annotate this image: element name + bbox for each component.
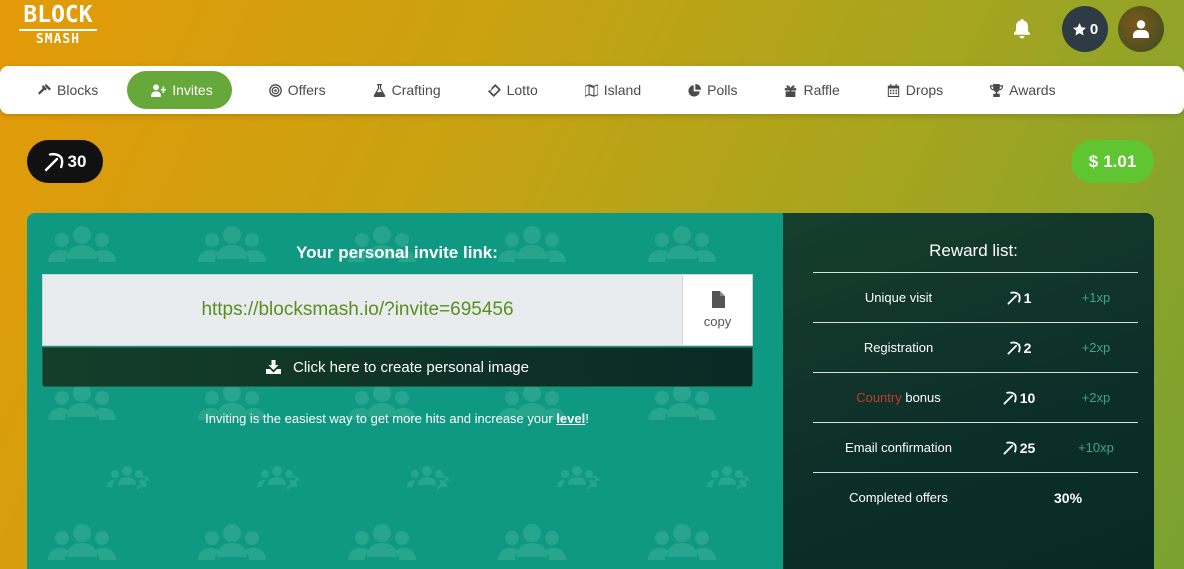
reward-hits-value: 10 (1019, 389, 1036, 406)
reward-table: Unique visit 1 +1xp Registration 2 +2xp … (813, 272, 1138, 522)
nav-item-polls[interactable]: Polls (678, 71, 747, 109)
notifications-button[interactable] (1000, 7, 1044, 51)
invite-title: Your personal invite link: (296, 243, 498, 262)
reward-name: Completed offers (849, 490, 948, 505)
money-amount: 1.01 (1103, 151, 1137, 171)
pickaxe-icon (1003, 441, 1017, 455)
user-plus-icon (151, 83, 167, 97)
reward-row: Completed offers 30% (813, 472, 1138, 522)
stars-count: 0 (1089, 20, 1099, 38)
reward-xp: +2xp (1081, 390, 1111, 405)
reward-hits: 25 (984, 440, 1054, 456)
nav-label: Crafting (391, 82, 441, 98)
download-icon (266, 360, 282, 374)
logo-divider (19, 29, 97, 31)
copy-button[interactable]: copy (682, 275, 752, 345)
nav-item-raffle[interactable]: Raffle (774, 71, 849, 109)
bell-icon (1014, 19, 1030, 39)
nav-label: Lotto (506, 82, 538, 98)
reward-hits-value: 2 (1023, 339, 1032, 356)
reward-hits-value: 1 (1023, 289, 1032, 306)
header-actions: 0 (1000, 6, 1164, 52)
pickaxe-icon (1007, 341, 1021, 355)
create-button-label: Click here to create personal image (293, 358, 529, 376)
trophy-icon (990, 83, 1004, 97)
invite-link-box: https://blocksmash.io/?invite=695456 cop… (42, 274, 753, 346)
main-nav: Blocks Invites Offers Crafting Lotto Isl… (0, 66, 1184, 114)
logo-line2: SMASH (35, 32, 81, 47)
pickaxe-icon (1007, 291, 1021, 305)
nav-item-lotto[interactable]: Lotto (478, 71, 548, 109)
star-icon (1072, 22, 1086, 35)
reward-xp: +2xp (1081, 340, 1111, 355)
reward-row: Email confirmation 25 +10xp (813, 422, 1138, 472)
nav-item-awards[interactable]: Awards (980, 71, 1065, 109)
user-icon (1133, 20, 1149, 38)
nav-item-offers[interactable]: Offers (259, 71, 336, 109)
pickaxe-icon (44, 152, 63, 171)
pie-chart-icon (688, 83, 702, 97)
create-personal-image-button[interactable]: Click here to create personal image (42, 347, 753, 387)
invite-note-end: ! (585, 411, 589, 426)
nav-item-blocks[interactable]: Blocks (28, 71, 108, 109)
reward-row: Registration 2 +2xp (813, 322, 1138, 372)
stars-button[interactable]: 0 (1062, 6, 1108, 52)
reward-hits: 2 (984, 340, 1054, 356)
invite-link-field[interactable]: https://blocksmash.io/?invite=695456 (43, 275, 682, 345)
user-menu-button[interactable] (1118, 6, 1164, 52)
reward-name: Email confirmation (845, 440, 952, 455)
reward-name-rest: bonus (901, 390, 941, 405)
reward-hits-value: 25 (1019, 439, 1036, 456)
reward-hits: 10 (984, 390, 1054, 406)
logo-line1: BLOCK (23, 2, 93, 28)
reward-xp: +10xp (1078, 440, 1114, 455)
flask-icon (373, 83, 385, 97)
level-link[interactable]: level (556, 411, 585, 426)
gift-icon (785, 84, 797, 97)
invite-card: Your personal invite link: https://block… (27, 213, 1154, 569)
nav-label: Blocks (57, 82, 99, 98)
nav-label: Drops (905, 82, 944, 98)
reward-xp: +1xp (1081, 290, 1111, 305)
reward-row: Unique visit 1 +1xp (813, 272, 1138, 322)
ticket-icon (487, 83, 501, 97)
hits-count: 30 (67, 151, 87, 171)
reward-hits: 1 (984, 290, 1054, 306)
copy-label: copy (703, 314, 732, 329)
nav-label: Offers (287, 82, 326, 98)
invite-note: Inviting is the easiest way to get more … (27, 411, 767, 426)
country-highlight: Country (856, 390, 902, 405)
nav-item-drops[interactable]: Drops (877, 71, 953, 109)
people-pattern-background (48, 226, 750, 560)
money-balance[interactable]: $ 1.01 (1071, 140, 1154, 183)
nav-item-crafting[interactable]: Crafting (363, 71, 451, 109)
hammer-icon (38, 83, 51, 95)
nav-item-invites[interactable]: Invites (127, 71, 232, 109)
currency-symbol: $ (1088, 151, 1099, 171)
invite-panel: Your personal invite link: https://block… (27, 213, 783, 569)
reward-name: Country bonus (813, 390, 984, 405)
reward-panel: Reward list: Unique visit 1 +1xp Registr… (783, 213, 1154, 569)
map-icon (584, 83, 598, 97)
nav-label: Awards (1009, 82, 1056, 98)
invite-note-text: Inviting is the easiest way to get more … (205, 411, 557, 426)
nav-label: Invites (172, 82, 213, 98)
pickaxe-icon (1003, 391, 1017, 405)
reward-name: Unique visit (864, 290, 933, 305)
reward-name: Registration (863, 340, 934, 355)
calendar-icon (887, 83, 899, 97)
nav-item-island[interactable]: Island (575, 71, 651, 109)
copy-icon (711, 291, 725, 308)
nav-label: Raffle (803, 82, 840, 98)
reward-row: Country bonus 10 +2xp (813, 372, 1138, 422)
reward-title: Reward list: (929, 241, 1018, 260)
nav-label: Island (603, 82, 642, 98)
bullseye-icon (268, 83, 282, 97)
nav-label: Polls (707, 82, 738, 98)
reward-percent: 30% (1054, 489, 1083, 506)
hits-balance[interactable]: 30 (27, 140, 103, 183)
site-logo[interactable]: BLOCK SMASH (17, 4, 99, 50)
